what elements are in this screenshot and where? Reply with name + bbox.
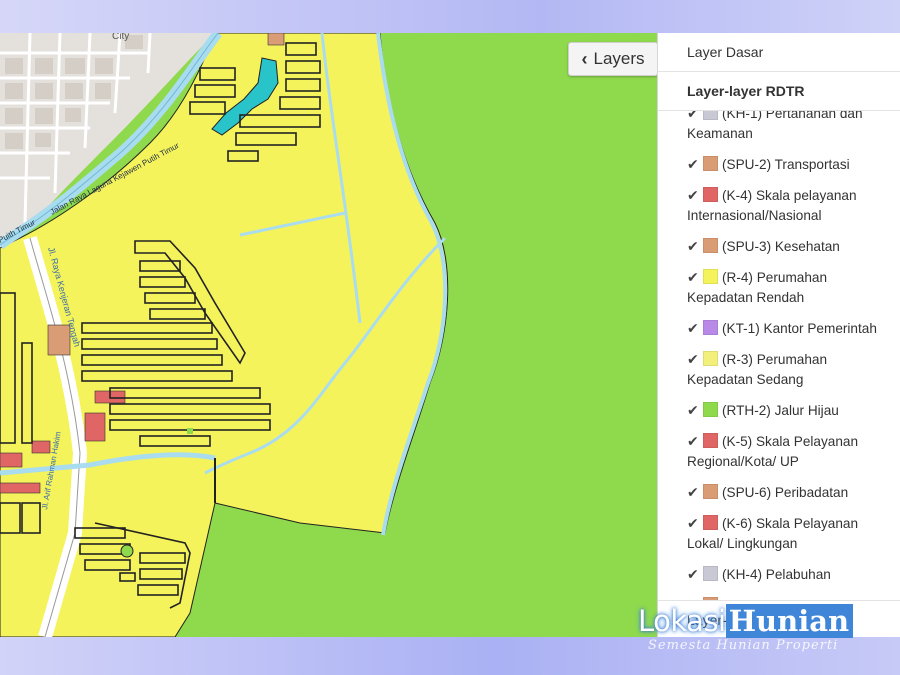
layer-list-scroll[interactable]: ✔ (KH-1) Pertahanan dan Keamanan ✔ (SPU-2) … <box>658 111 900 600</box>
map-label-city: City <box>112 33 129 42</box>
layer-item[interactable]: ✔ (SPU-6) Peribadatan <box>658 477 900 508</box>
layer-list: ✔ (KH-1) Pertahanan dan Keamanan ✔ (SPU-2) … <box>658 111 900 600</box>
checkmark-icon[interactable]: ✔ <box>687 267 700 287</box>
layers-panel: Layer Dasar Layer-layer RDTR ✔ (KH-1) Per… <box>657 33 900 637</box>
checkmark-icon[interactable]: ✔ <box>687 318 700 338</box>
layer-item-label: (SPU-3) Kesehatan <box>722 239 840 254</box>
layer-color-swatch <box>703 484 718 499</box>
layer-item[interactable]: ✔ (KT-1) Kantor Pemerintah <box>658 313 900 344</box>
chevron-left-icon: ‹ <box>581 48 588 69</box>
layer-color-swatch <box>703 433 718 448</box>
layers-toggle-button[interactable]: ‹ Layers <box>568 42 658 76</box>
layer-item[interactable]: ✔ (KH-4) Pelabuhan <box>658 559 900 590</box>
layer-item[interactable]: ✔ (KH-1) Pertahanan dan Keamanan <box>658 111 900 149</box>
checkmark-icon[interactable]: ✔ <box>687 431 700 451</box>
layer-color-swatch <box>703 269 718 284</box>
green-park-dot <box>120 544 134 558</box>
layers-button-label: Layers <box>593 49 645 68</box>
layer-color-swatch <box>703 402 718 417</box>
checkmark-icon[interactable]: ✔ <box>687 154 700 174</box>
map-svg[interactable]: City Jalan Raya Laguna Kejawen Putih Tim… <box>0 33 657 637</box>
checkmark-icon[interactable]: ✔ <box>687 236 700 256</box>
layer-item-label: (KT-1) Kantor Pemerintah <box>722 321 877 336</box>
watermark-part2: Hunian <box>725 604 854 638</box>
watermark-part1: Lokasi <box>638 604 726 638</box>
layer-item-label: (SPU-7) Lainnya <box>722 598 823 600</box>
green-small-dot <box>187 428 193 434</box>
checkmark-icon[interactable]: ✔ <box>687 185 700 205</box>
layer-item[interactable]: ✔ (K-5) Skala Pelayanan Regional/Kota/ UP <box>658 426 900 477</box>
layer-item-label: (SPU-6) Peribadatan <box>722 485 849 500</box>
layer-color-swatch <box>703 320 718 335</box>
layer-item-label: (RTH-2) Jalur Hijau <box>722 403 839 418</box>
checkmark-icon[interactable]: ✔ <box>687 564 700 584</box>
checkmark-icon[interactable]: ✔ <box>687 111 700 123</box>
layer-item[interactable]: ✔ (SPU-2) Transportasi <box>658 149 900 180</box>
checkmark-icon[interactable]: ✔ <box>687 400 700 420</box>
layer-color-swatch <box>703 515 718 530</box>
layer-item-label: (KH-4) Pelabuhan <box>722 567 831 582</box>
layer-color-swatch <box>703 156 718 171</box>
layer-color-swatch <box>703 238 718 253</box>
frame-top <box>0 0 900 33</box>
layer-item[interactable]: ✔ (RTH-2) Jalur Hijau <box>658 395 900 426</box>
layer-item[interactable]: ✔ (SPU-3) Kesehatan <box>658 231 900 262</box>
layer-item[interactable]: ✔ (R-4) Perumahan Kepadatan Rendah <box>658 262 900 313</box>
checkmark-icon[interactable]: ✔ <box>687 595 700 600</box>
checkmark-icon[interactable]: ✔ <box>687 513 700 533</box>
layer-color-swatch <box>703 187 718 202</box>
layer-item[interactable]: ✔ (SPU-7) Lainnya <box>658 590 900 600</box>
watermark-tagline: Semesta Hunian Properti <box>648 638 839 653</box>
layer-item-label: (SPU-2) Transportasi <box>722 157 850 172</box>
layer-color-swatch <box>703 597 718 600</box>
layer-color-swatch <box>703 351 718 366</box>
rdtr-layer-header[interactable]: Layer-layer RDTR <box>658 72 900 111</box>
watermark-logo: Lokasi Hunian Semesta Hunian Properti <box>638 604 854 653</box>
checkmark-icon[interactable]: ✔ <box>687 482 700 502</box>
layer-item[interactable]: ✔ (K-6) Skala Pelayanan Lokal/ Lingkungan <box>658 508 900 559</box>
checkmark-icon[interactable]: ✔ <box>687 349 700 369</box>
layer-item[interactable]: ✔ (K-4) Skala pelayanan Internasional/Nas… <box>658 180 900 231</box>
layer-item[interactable]: ✔ (R-3) Perumahan Kepadatan Sedang <box>658 344 900 395</box>
layer-color-swatch <box>703 566 718 581</box>
layer-color-swatch <box>703 111 718 120</box>
base-layer-header[interactable]: Layer Dasar <box>658 33 900 72</box>
